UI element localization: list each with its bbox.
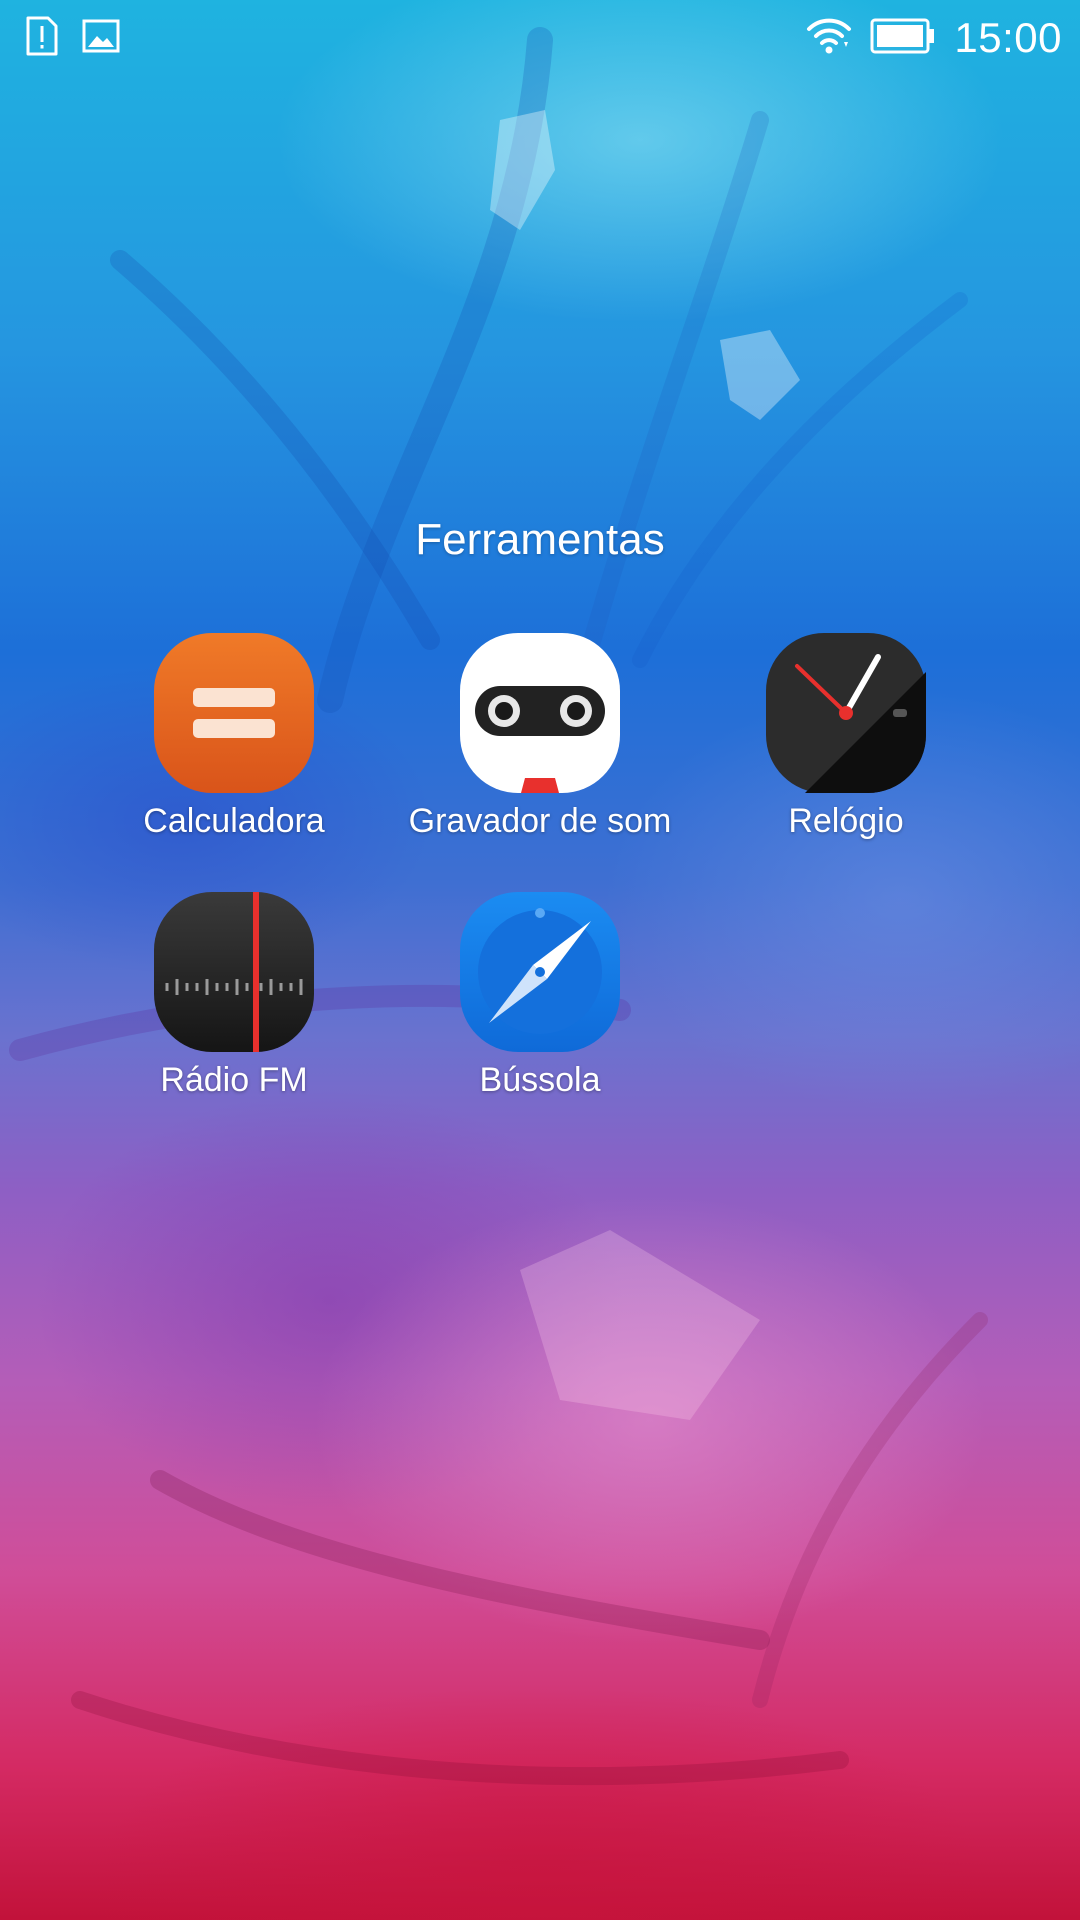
app-label: Relógio: [788, 802, 904, 840]
compass-icon[interactable]: [459, 891, 621, 1053]
image-notification-icon: [82, 19, 120, 58]
app-label: Rádio FM: [160, 1061, 308, 1099]
app-label: Calculadora: [143, 802, 325, 840]
app-label: Gravador de som: [408, 802, 672, 840]
sound-recorder-icon[interactable]: [459, 632, 621, 794]
app-clock[interactable]: Relógio: [693, 632, 999, 862]
wifi-icon: [806, 16, 852, 61]
sim-alert-icon: [24, 14, 60, 63]
home-screen: 15:00 Ferramentas Calculadora Gravador d…: [0, 0, 1080, 1920]
app-calculator[interactable]: Calculadora: [81, 632, 387, 862]
app-fm-radio[interactable]: Rádio FM: [81, 891, 387, 1121]
app-compass[interactable]: Bússola: [387, 891, 693, 1121]
status-time: 15:00: [954, 14, 1062, 61]
battery-icon: [870, 18, 936, 59]
fm-radio-icon[interactable]: [153, 891, 315, 1053]
app-label: Bússola: [479, 1061, 601, 1099]
folder-title[interactable]: Ferramentas: [0, 508, 1080, 572]
app-sound-recorder[interactable]: Gravador de som: [387, 632, 693, 862]
calculator-icon[interactable]: [153, 632, 315, 794]
clock-icon[interactable]: [765, 632, 927, 794]
status-bar: 15:00: [0, 0, 1080, 76]
